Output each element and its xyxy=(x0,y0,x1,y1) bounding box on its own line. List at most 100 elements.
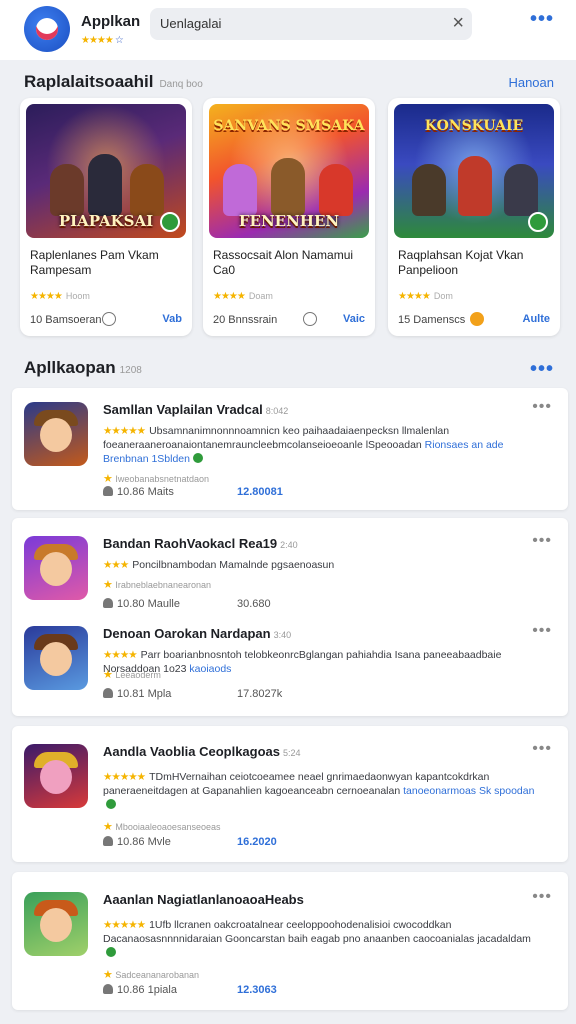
user-icon xyxy=(103,688,113,698)
app-name: Aandla Vaoblia Ceoplkagoas xyxy=(103,744,280,759)
apps-header: Apllkaopan 1208 ••• xyxy=(24,358,554,380)
app-stars-value: ★★★★ xyxy=(81,35,114,46)
app-description-text: Parr boarianbnosntoh telobkeonrcBglangan… xyxy=(103,649,502,675)
app-size: 12.80081 xyxy=(237,486,283,498)
app-downloads-text: 10.81 Mpla xyxy=(117,688,172,700)
app-description-link[interactable]: tanoeonarmoas Sk spoodan xyxy=(403,785,534,797)
star-icon: ★ xyxy=(103,473,113,485)
featured-header: Raplalaitsoaahil Danq boo Hanoan xyxy=(24,72,554,94)
app-downloads: 10.86 1piala xyxy=(103,984,177,996)
app-size: 12.3063 xyxy=(237,984,277,996)
app-description-link[interactable]: kaoiaods xyxy=(189,663,231,675)
featured-card-image[interactable]: KONSKUAIE xyxy=(394,104,554,238)
app-description: ★★★★★ 1Ufb llcranen oakcroatalnear ceelop… xyxy=(103,918,543,960)
featured-card[interactable]: KONSKUAIE Raqplahsan Kojat Vkan Panpelio… xyxy=(388,98,560,336)
verified-badge-icon xyxy=(160,212,180,232)
download-icon[interactable] xyxy=(303,312,317,326)
app-title: Bandan RaohVaokacl Rea19 2:40 xyxy=(103,536,298,551)
featured-card-action[interactable]: Aulte xyxy=(523,313,551,325)
verified-badge-icon xyxy=(528,212,548,232)
close-icon[interactable]: × xyxy=(452,12,464,34)
app-description: ★★★ Poncilbnambodan Mamalnde pgsaenoasun xyxy=(103,558,543,572)
app-title: Applkan xyxy=(81,13,141,30)
more-options-icon[interactable]: ••• xyxy=(530,8,554,31)
featured-card-stars-note: Dom xyxy=(433,291,453,301)
featured-card-size: 15 Damenscs xyxy=(398,314,466,326)
app-downloads: 10.80 Maulle xyxy=(103,598,180,610)
app-downloads-text: 10.86 Mvle xyxy=(117,836,171,848)
app-meta-text: Leeaoderm xyxy=(115,670,161,680)
app-rating-extra: ☆ xyxy=(114,35,124,46)
app-description: ★★★★★ Ubsamnanimnonnnoamnicn keo paihaada… xyxy=(103,424,543,466)
app-name: Bandan RaohVaokacl Rea19 xyxy=(103,536,278,551)
featured-card-action[interactable]: Vab xyxy=(162,313,182,325)
rating-stars: ★★★ xyxy=(103,559,129,571)
user-icon xyxy=(103,836,113,846)
verified-icon xyxy=(106,799,116,809)
featured-card-stars: ★★★★ xyxy=(30,291,63,302)
app-list-panel: Aaanlan NagiatlanlanoaoaHeabs ••• ★★★★★ 1… xyxy=(12,872,568,1010)
featured-card-rating: ★★★★ Dom xyxy=(398,291,453,302)
rating-stars: ★★★★ xyxy=(103,649,138,661)
featured-card-name: Raplenlanes Pam Vkam Rampesam xyxy=(30,248,159,277)
list-item[interactable]: Denoan Oarokan Nardapan 3:40 ••• ★★★★ Parr… xyxy=(12,620,568,720)
more-options-icon[interactable]: ••• xyxy=(532,398,552,416)
apps-title: Apllkaopan xyxy=(24,358,116,377)
rating-stars: ★★★★★ xyxy=(103,771,146,783)
user-icon xyxy=(103,486,113,496)
search-input[interactable]: Uenlagalai xyxy=(160,16,221,31)
app-title-note: 5:24 xyxy=(283,748,301,758)
app-icon[interactable] xyxy=(24,892,88,956)
app-description-text: Poncilbnambodan Mamalnde pgsaenoasun xyxy=(132,559,335,571)
app-meta-text: Mbooiaaleoaoesanseoeas xyxy=(115,822,221,832)
app-icon[interactable] xyxy=(24,744,88,808)
featured-card-size: 10 Bamsoeran xyxy=(30,314,102,326)
featured-card-image[interactable]: SANVANS SMSAKA FENENHEN xyxy=(209,104,369,238)
app-description-text: Ubsamnanimnonnnoamnicn keo paihaadaiaenp… xyxy=(103,425,450,451)
featured-card-size: 20 Bnnssrain xyxy=(213,314,278,326)
featured-card[interactable]: PIAPAKSAI Raplenlanes Pam Vkam Rampesam … xyxy=(20,98,192,336)
app-title-note: 3:40 xyxy=(273,630,292,640)
featured-see-all-link[interactable]: Hanoan xyxy=(508,75,554,90)
featured-card-rating: ★★★★ Hoom xyxy=(30,291,90,302)
featured-card[interactable]: SANVANS SMSAKA FENENHEN Rassocsait Alon … xyxy=(203,98,375,336)
app-list-panel: Samllan Vaplailan Vradcal 8:042 ••• ★★★★★… xyxy=(12,388,568,510)
top-bar: Applkan ★★★★ ☆ Uenlagalai × ••• xyxy=(0,0,576,60)
list-item[interactable]: Samllan Vaplailan Vradcal 8:042 ••• ★★★★★… xyxy=(12,396,568,498)
app-icon[interactable] xyxy=(24,402,88,466)
app-name: Samllan Vaplailan Vradcal xyxy=(103,402,263,417)
featured-card-stars-note: Hoom xyxy=(65,291,90,301)
app-icon[interactable] xyxy=(24,536,88,600)
app-title-note: 2:40 xyxy=(280,540,298,550)
list-item[interactable]: Aaanlan NagiatlanlanoaoaHeabs ••• ★★★★★ 1… xyxy=(12,886,568,996)
app-meta: ★ Irabneblaebnanearonan xyxy=(103,578,211,591)
rating-stars: ★★★★★ xyxy=(103,919,146,931)
app-downloads: 10.81 Mpla xyxy=(103,688,171,700)
app-meta-text: Irabneblaebnanearonan xyxy=(115,580,211,590)
list-item[interactable]: Bandan RaohVaokacl Rea19 2:40 ••• ★★★ Ponc… xyxy=(12,530,568,630)
verified-icon xyxy=(193,453,203,463)
more-options-icon[interactable]: ••• xyxy=(532,622,552,640)
more-options-icon[interactable]: ••• xyxy=(532,888,552,906)
app-icon[interactable] xyxy=(24,626,88,690)
more-options-icon[interactable]: ••• xyxy=(532,740,552,758)
user-icon xyxy=(103,598,113,608)
list-item[interactable]: Aandla Vaoblia Ceoplkagoas 5:24 ••• ★★★★★… xyxy=(12,738,568,848)
app-meta-text: Iweobanabsnetnatdaon xyxy=(115,474,209,484)
app-description: ★★★★ Parr boarianbnosntoh telobkeonrcBgla… xyxy=(103,648,543,676)
app-description-text: 1Ufb llcranen oakcroatalnear ceeloppooho… xyxy=(103,919,531,945)
star-icon: ★ xyxy=(103,669,113,681)
featured-card-name: Rassocsait Alon Namamui Ca0 xyxy=(213,248,354,277)
featured-card-stars-note: Doam xyxy=(248,291,273,301)
featured-card-image[interactable]: PIAPAKSAI xyxy=(26,104,186,238)
app-logo[interactable] xyxy=(24,6,70,52)
star-icon: ★ xyxy=(103,821,113,833)
download-icon[interactable] xyxy=(102,312,116,326)
app-size: 30.680 xyxy=(237,598,271,610)
search-bar[interactable]: Uenlagalai × xyxy=(150,8,472,40)
app-description: ★★★★★ TDmHVernaihan ceiotcoeamee neael gn… xyxy=(103,770,543,812)
featured-card-action[interactable]: Vaic xyxy=(343,313,365,325)
app-meta: ★ Sadceananarobanan xyxy=(103,968,199,981)
more-options-icon[interactable]: ••• xyxy=(530,358,554,381)
more-options-icon[interactable]: ••• xyxy=(532,532,552,550)
